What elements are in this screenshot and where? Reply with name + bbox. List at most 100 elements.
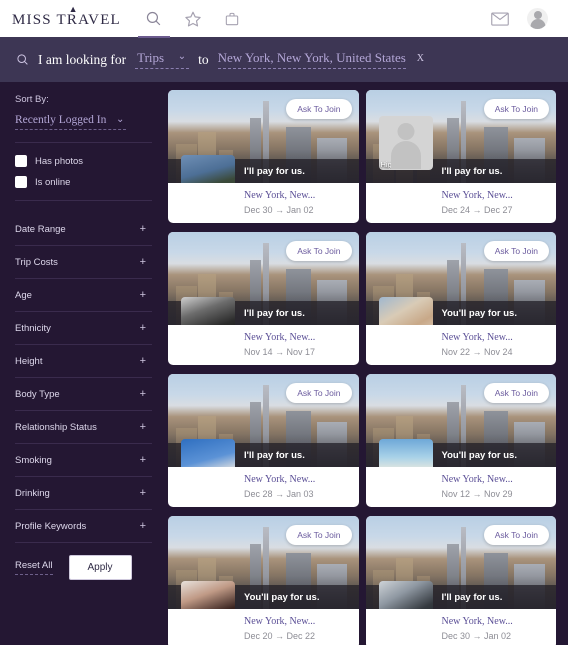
trip-details: New York, New... Nov 22 → Nov 24 (366, 325, 557, 357)
filter-date-range[interactable]: Date Range + (15, 213, 152, 245)
trip-location[interactable]: New York, New... (244, 616, 359, 627)
filter-sidebar: Sort By: Recently Logged In ⌄ Has photos… (0, 82, 168, 645)
pay-text: I'll pay for us. (441, 591, 503, 603)
checkbox-box[interactable] (15, 176, 27, 188)
trip-location[interactable]: New York, New... (442, 190, 557, 201)
expand-icon[interactable]: + (140, 454, 152, 466)
trip-location[interactable]: New York, New... (244, 190, 359, 201)
filter-relationship-status[interactable]: Relationship Status + (15, 411, 152, 443)
user-thumbnail[interactable]: Fisher59 (378, 581, 433, 609)
username-label: Highprofile (380, 160, 417, 169)
trip-dates: Dec 30 → Jan 02 (441, 631, 512, 641)
checkbox-label: Is online (35, 176, 71, 188)
filter-age[interactable]: Age + (15, 279, 152, 311)
user-thumbnail[interactable]: skies (378, 297, 433, 325)
star-icon[interactable] (182, 8, 204, 30)
search-type-select[interactable]: Trips ⌄ (135, 50, 190, 69)
expand-icon[interactable]: + (140, 388, 152, 400)
trip-details: New York, New... Nov 12 → Nov 29 (366, 467, 557, 499)
filter-label: Profile Keywords (15, 520, 87, 532)
briefcase-icon[interactable] (221, 8, 243, 30)
pay-text: I'll pay for us. (244, 307, 305, 319)
ask-to-join-button[interactable]: Ask To Join (483, 241, 549, 261)
filter-accordion-list: Date Range + Trip Costs + Age + Ethnicit… (15, 213, 152, 543)
ask-to-join-button[interactable]: Ask To Join (483, 99, 549, 119)
pay-text: You'll pay for us. (441, 449, 517, 461)
primary-nav (137, 8, 243, 38)
apply-button[interactable]: Apply (68, 555, 132, 580)
trip-dates: Nov 12 → Nov 29 (441, 489, 513, 499)
trip-dates: Nov 22 → Nov 24 (441, 347, 513, 357)
search-connector-label: to (198, 51, 209, 67)
trip-dates: Dec 28 → Jan 03 (244, 489, 314, 499)
search-location-input[interactable]: New York, New York, United States (217, 50, 406, 69)
ask-to-join-button[interactable]: Ask To Join (286, 383, 352, 403)
trip-card[interactable]: Ask To Join push11 I'll pay for us. New … (168, 90, 359, 223)
filter-checkbox-has-photos[interactable]: Has photos (15, 155, 152, 167)
trip-card[interactable]: Ask To Join funnyandirish I'll pay for u… (168, 232, 359, 365)
trip-location[interactable]: New York, New... (442, 474, 557, 485)
trip-results-grid: Ask To Join push11 I'll pay for us. New … (168, 82, 568, 645)
reset-all-button[interactable]: Reset All (15, 560, 53, 575)
trip-details: New York, New... Dec 28 → Jan 03 (168, 467, 359, 499)
trip-card[interactable]: Ask To Join skies You'll pay for us. New… (365, 232, 557, 365)
expand-icon[interactable]: + (140, 520, 152, 532)
ask-to-join-button[interactable]: Ask To Join (286, 241, 352, 261)
user-thumbnail[interactable]: pairofwings (181, 439, 235, 467)
search-type-value: Trips (137, 50, 165, 65)
user-thumbnail[interactable]: latinaprinces... (181, 581, 235, 609)
trip-location[interactable]: New York, New... (244, 332, 359, 343)
divider (15, 142, 152, 143)
user-thumbnail[interactable]: Tanyamuscle (378, 439, 433, 467)
mail-icon[interactable] (489, 8, 511, 30)
search-icon[interactable] (137, 8, 170, 38)
filter-label: Ethnicity (15, 322, 51, 334)
user-thumbnail-placeholder[interactable]: Highprofile (378, 116, 433, 170)
trip-dates: Dec 20 → Dec 22 (244, 631, 316, 641)
trip-card[interactable]: Ask To Join pairofwings I'll pay for us.… (168, 374, 359, 507)
expand-icon[interactable]: + (140, 289, 152, 301)
trip-location[interactable]: New York, New... (244, 474, 359, 485)
trip-location[interactable]: New York, New... (442, 332, 557, 343)
logo-caret-icon: ▲ (68, 3, 79, 14)
filter-height[interactable]: Height + (15, 345, 152, 377)
filter-profile-keywords[interactable]: Profile Keywords + (15, 510, 152, 542)
user-thumbnail[interactable]: push11 (181, 155, 235, 183)
filter-checkbox-is-online[interactable]: Is online (15, 176, 152, 188)
pay-text: I'll pay for us. (441, 165, 503, 177)
site-logo[interactable]: ▲ MISS TRAVEL (12, 4, 121, 29)
filter-drinking[interactable]: Drinking + (15, 477, 152, 509)
expand-icon[interactable]: + (140, 256, 152, 268)
trip-card[interactable]: Ask To Join Highprofile I'll pay for us.… (365, 90, 557, 223)
trip-card[interactable]: Ask To Join Tanyamuscle You'll pay for u… (365, 374, 557, 507)
expand-icon[interactable]: + (140, 421, 152, 433)
clear-location-icon[interactable]: X (417, 53, 424, 66)
filter-actions: Reset All Apply (15, 555, 152, 580)
filter-label: Age (15, 289, 32, 301)
expand-icon[interactable]: + (140, 355, 152, 367)
filter-body-type[interactable]: Body Type + (15, 378, 152, 410)
sort-by-select[interactable]: Recently Logged In ⌄ (15, 114, 127, 130)
trip-details: New York, New... Dec 30 → Jan 02 (366, 609, 557, 641)
expand-icon[interactable]: + (140, 223, 152, 235)
filter-ethnicity[interactable]: Ethnicity + (15, 312, 152, 344)
pay-text: I'll pay for us. (244, 165, 305, 177)
trip-dates: Dec 24 → Dec 27 (441, 205, 513, 215)
ask-to-join-button[interactable]: Ask To Join (286, 525, 352, 545)
user-thumbnail[interactable]: funnyandirish (181, 297, 235, 325)
filter-smoking[interactable]: Smoking + (15, 444, 152, 476)
pay-text: I'll pay for us. (244, 449, 305, 461)
ask-to-join-button[interactable]: Ask To Join (483, 383, 549, 403)
trip-card[interactable]: Ask To Join latinaprinces... You'll pay … (168, 516, 359, 645)
filter-trip-costs[interactable]: Trip Costs + (15, 246, 152, 278)
trip-card[interactable]: Ask To Join Fisher59 I'll pay for us. Ne… (365, 516, 557, 645)
ask-to-join-button[interactable]: Ask To Join (483, 525, 549, 545)
expand-icon[interactable]: + (140, 322, 152, 334)
divider (15, 200, 152, 201)
pay-text: You'll pay for us. (244, 591, 320, 603)
avatar[interactable] (527, 8, 548, 29)
expand-icon[interactable]: + (140, 487, 152, 499)
checkbox-box[interactable] (15, 155, 27, 167)
trip-location[interactable]: New York, New... (442, 616, 557, 627)
ask-to-join-button[interactable]: Ask To Join (286, 99, 352, 119)
